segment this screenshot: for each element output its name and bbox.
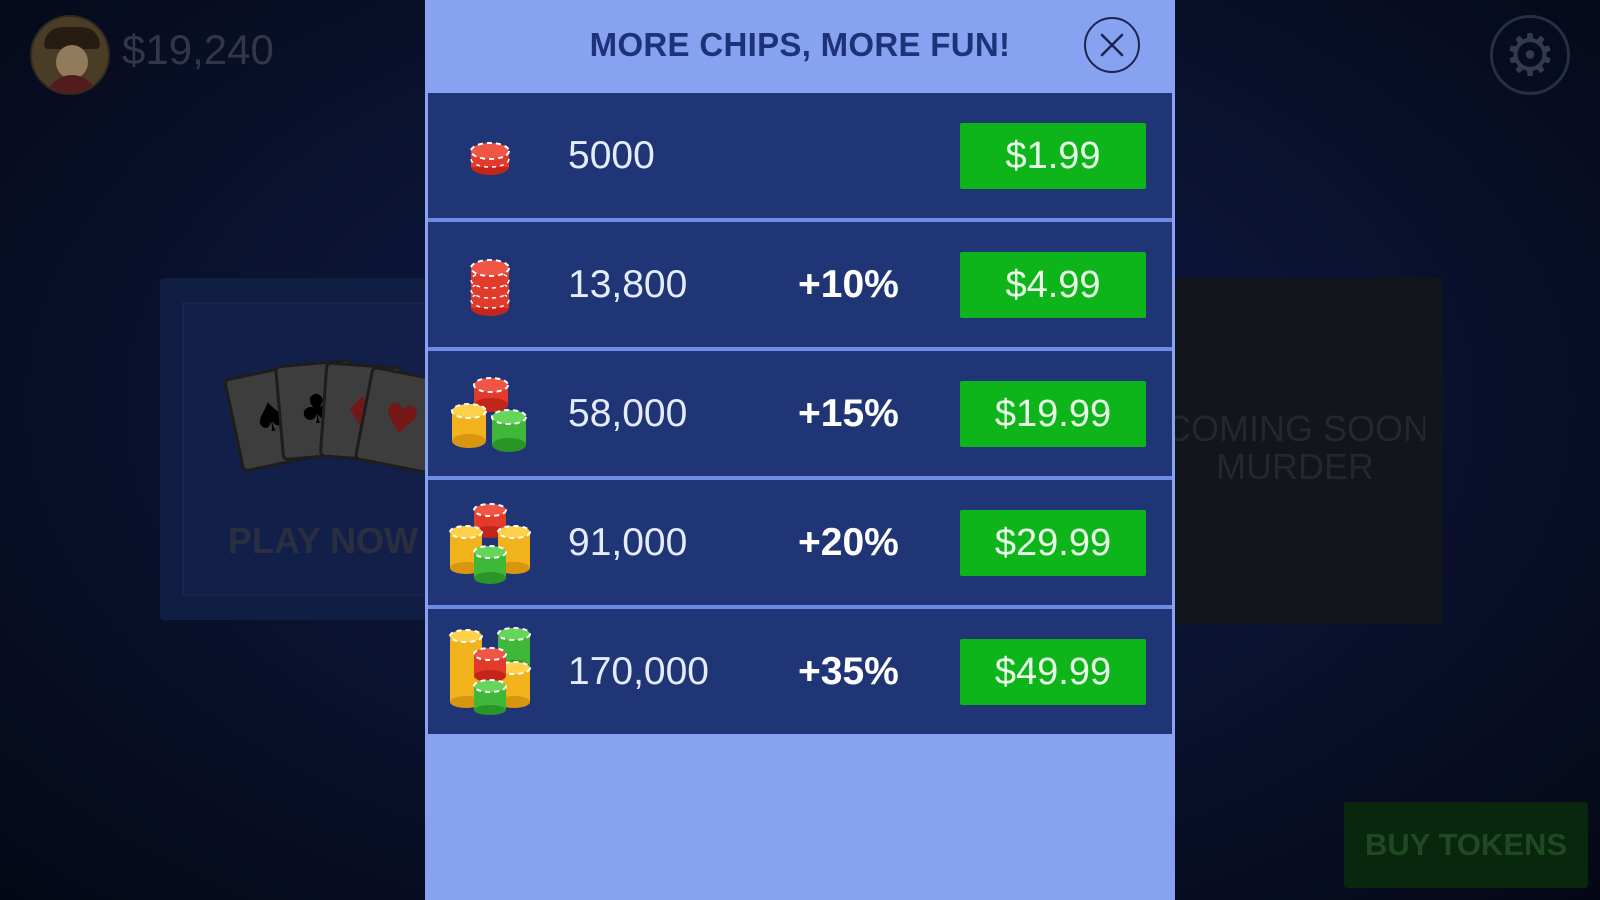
chip-stack-small-icon (470, 142, 510, 175)
offer-amount: 91,000 (568, 521, 688, 564)
offer-row: 58,000 +15% $19.99 (428, 351, 1172, 480)
buy-button[interactable]: $4.99 (960, 252, 1146, 318)
offer-row: 5000 $1.99 (428, 93, 1172, 222)
offer-amount: 13,800 (568, 263, 688, 306)
offer-row: 13,800 +10% $4.99 (428, 222, 1172, 351)
buy-button[interactable]: $29.99 (960, 510, 1146, 576)
chip-stack-medium-icon (470, 259, 510, 316)
buy-button[interactable]: $19.99 (960, 381, 1146, 447)
close-button[interactable] (1084, 17, 1140, 73)
close-icon (1100, 33, 1124, 57)
chip-store-modal: MORE CHIPS, MORE FUN! 5000 $1.99 13,800 … (425, 0, 1175, 900)
offer-bonus: +10% (798, 263, 899, 306)
offer-bonus: +20% (798, 521, 899, 564)
offer-row: 91,000 +20% $29.99 (428, 480, 1172, 609)
buy-button[interactable]: $1.99 (960, 123, 1146, 189)
chip-piles-three-icon (451, 377, 527, 452)
chip-piles-five-icon (449, 627, 531, 715)
offer-bonus: +35% (798, 650, 899, 693)
offer-amount: 5000 (568, 134, 655, 177)
buy-button[interactable]: $49.99 (960, 639, 1146, 705)
offer-bonus: +15% (798, 392, 899, 435)
offer-row: 170,000 +35% $49.99 (428, 609, 1172, 734)
offer-amount: 58,000 (568, 392, 688, 435)
offer-amount: 170,000 (568, 650, 709, 693)
offer-list: 5000 $1.99 13,800 +10% $4.99 58,000 +15%… (428, 93, 1172, 734)
modal-title: MORE CHIPS, MORE FUN! (589, 26, 1011, 63)
chip-piles-four-icon (449, 503, 531, 584)
